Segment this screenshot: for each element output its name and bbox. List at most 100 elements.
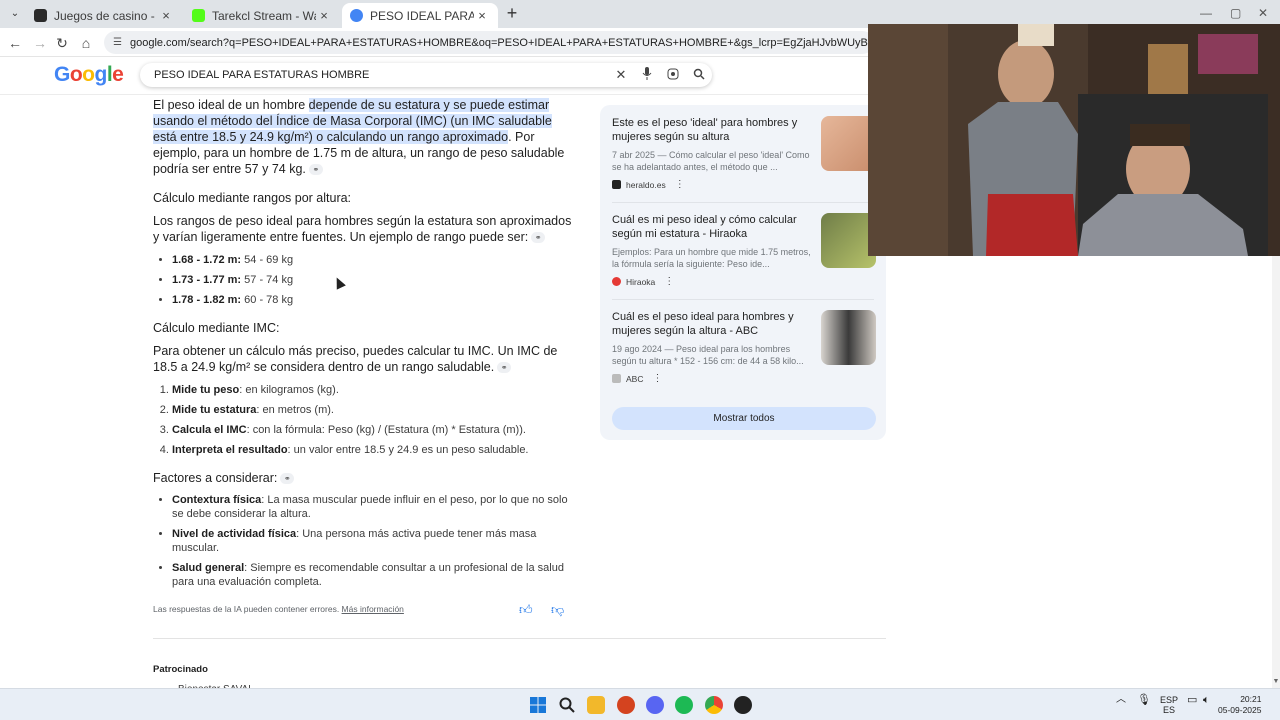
- range-value: 57 - 74 kg: [241, 274, 294, 286]
- sources-panel: Este es el peso 'ideal' para hombres y m…: [600, 105, 886, 440]
- new-tab-icon[interactable]: +: [503, 3, 521, 25]
- reload-icon[interactable]: ↻: [53, 34, 71, 52]
- section-heading-height: Cálculo mediante rangos por altura:: [153, 191, 352, 205]
- browser-tab-casino[interactable]: Juegos de casino - Juegos de c ×: [26, 3, 182, 28]
- google-header: Google PESO IDEAL PARA ESTATURAS HOMBRE …: [0, 57, 868, 95]
- list-item: Calcula el IMC: con la fórmula: Peso (kg…: [172, 423, 578, 437]
- source-card[interactable]: Cuál es el peso ideal para hombres y muj…: [612, 310, 876, 384]
- source-title[interactable]: Cuál es el peso ideal para hombres y muj…: [612, 310, 812, 338]
- mic-tray-icon[interactable]: 🎙︎: [1137, 695, 1151, 706]
- app-icon[interactable]: [617, 696, 635, 714]
- taskbar: ︿ 🎙︎ ESP ES ▭ 🔈︎ 20:21 05-09-2025: [0, 688, 1280, 720]
- obs-icon[interactable]: [734, 696, 752, 714]
- google-logo[interactable]: Google: [54, 63, 124, 87]
- list-item: Nivel de actividad física: Una persona m…: [172, 527, 578, 555]
- factors-heading-text: Factores a considerar:: [153, 471, 278, 485]
- site-name: ABC: [626, 373, 644, 384]
- windows-start-icon[interactable]: [529, 696, 547, 714]
- more-options-icon[interactable]: ⋮: [652, 373, 662, 384]
- clear-icon[interactable]: ✕: [608, 67, 634, 83]
- factor-label: Contextura física: [172, 494, 262, 506]
- close-tab-icon[interactable]: ×: [474, 8, 490, 23]
- language-indicator[interactable]: ESP ES: [1158, 695, 1180, 715]
- thumbs-up-icon[interactable]: 👍︎: [519, 602, 533, 618]
- imc-paragraph: Para obtener un cálculo más preciso, pue…: [153, 343, 578, 375]
- list-item: 1.78 - 1.82 m: 60 - 78 kg: [172, 293, 578, 307]
- clock-time: 20:21: [1240, 694, 1262, 704]
- url-text: google.com/search?q=PESO+IDEAL+PARA+ESTA…: [129, 36, 874, 49]
- scroll-down-icon[interactable]: ▼: [1272, 678, 1280, 685]
- section-heading-imc: Cálculo mediante IMC:: [153, 321, 280, 335]
- back-icon[interactable]: ←: [6, 34, 24, 52]
- show-all-button[interactable]: Mostrar todos: [612, 407, 876, 430]
- microphone-icon[interactable]: [634, 67, 660, 83]
- search-input[interactable]: PESO IDEAL PARA ESTATURAS HOMBRE: [154, 69, 608, 81]
- search-icon[interactable]: [686, 68, 712, 83]
- list-item: 1.68 - 1.72 m: 54 - 69 kg: [172, 253, 578, 267]
- link-icon[interactable]: ⚭: [280, 473, 295, 485]
- casino-favicon-icon: [34, 9, 47, 22]
- forward-icon[interactable]: →: [31, 34, 49, 52]
- source-card[interactable]: Este es el peso 'ideal' para hombres y m…: [612, 116, 876, 190]
- step-text: : un valor entre 18.5 y 24.9 es un peso …: [287, 444, 529, 456]
- file-explorer-icon[interactable]: [587, 696, 605, 714]
- card-separator: [612, 299, 874, 300]
- close-tab-icon[interactable]: ×: [158, 8, 174, 23]
- list-item: Interpreta el resultado: un valor entre …: [172, 443, 578, 457]
- webcam-image: [868, 24, 1280, 256]
- link-icon[interactable]: ⚭: [308, 164, 323, 176]
- google-search-box[interactable]: PESO IDEAL PARA ESTATURAS HOMBRE ✕: [140, 63, 712, 87]
- maximize-icon[interactable]: ▢: [1230, 6, 1241, 20]
- step-label: Mide tu estatura: [172, 404, 257, 416]
- ranges-text: Los rangos de peso ideal para hombres se…: [153, 214, 572, 244]
- more-info-link[interactable]: Más información: [342, 604, 404, 614]
- chrome-icon[interactable]: [705, 696, 723, 714]
- close-window-icon[interactable]: ✕: [1258, 6, 1268, 20]
- lang-top: ESP: [1159, 695, 1178, 705]
- spotify-icon[interactable]: [675, 696, 693, 714]
- list-item: Mide tu peso: en kilogramos (kg).: [172, 383, 578, 397]
- browser-tab-google[interactable]: PESO IDEAL PARA ESTATURAS H ×: [342, 3, 498, 28]
- more-options-icon[interactable]: ⋮: [664, 276, 674, 287]
- link-icon[interactable]: ⚭: [497, 362, 512, 374]
- page-scrollbar[interactable]: [1272, 256, 1280, 688]
- site-info-icon[interactable]: ☰: [113, 37, 122, 48]
- range-label: 1.78 - 1.82 m:: [172, 294, 242, 306]
- lens-icon[interactable]: [660, 68, 686, 83]
- card-separator: [612, 202, 874, 203]
- tray-overflow-icon[interactable]: ︿: [1116, 695, 1126, 705]
- range-label: 1.73 - 1.77 m:: [172, 274, 242, 286]
- sponsored-label: Patrocinado: [153, 664, 208, 675]
- minimize-icon[interactable]: —: [1200, 6, 1212, 20]
- factor-label: Nivel de actividad física: [172, 528, 297, 540]
- source-snippet: 19 ago 2024 — Peso ideal para los hombre…: [612, 344, 804, 366]
- range-value: 60 - 78 kg: [241, 294, 294, 306]
- source-title[interactable]: Cuál es mi peso ideal y cómo calcular se…: [612, 213, 812, 241]
- thumbs-down-icon[interactable]: 👎︎: [551, 602, 564, 618]
- source-card[interactable]: Cuál es mi peso ideal y cómo calcular se…: [612, 213, 876, 287]
- source-thumbnail: [821, 310, 876, 365]
- discord-icon[interactable]: [646, 696, 664, 714]
- factors-list: Contextura física: La masa muscular pued…: [153, 493, 578, 589]
- browser-tab-kick[interactable]: Tarekcl Stream - Watch Live on ×: [184, 3, 340, 28]
- site-name: Hiraoka: [626, 276, 656, 287]
- source-snippet: Ejemplos: Para un hombre que mide 1.75 m…: [612, 247, 811, 269]
- volume-icon[interactable]: 🔈︎: [1203, 695, 1210, 706]
- list-item: Salud general: Siempre es recomendable c…: [172, 561, 578, 589]
- source-title[interactable]: Este es el peso 'ideal' para hombres y m…: [612, 116, 812, 144]
- system-clock[interactable]: 20:21 05-09-2025: [1218, 694, 1261, 716]
- section-heading-factors: Factores a considerar: ⚭: [153, 470, 578, 486]
- tab-search-icon[interactable]: ⌄: [6, 5, 24, 23]
- more-options-icon[interactable]: ⋮: [675, 179, 685, 190]
- close-tab-icon[interactable]: ×: [316, 8, 332, 23]
- lang-bottom: ES: [1162, 705, 1175, 715]
- list-item: Mide tu estatura: en metros (m).: [172, 403, 578, 417]
- address-bar[interactable]: ☰ google.com/search?q=PESO+IDEAL+PARA+ES…: [104, 31, 874, 54]
- intro-text: El peso ideal de un hombre: [153, 98, 309, 112]
- link-icon[interactable]: ⚭: [531, 232, 546, 244]
- network-icon[interactable]: ▭: [1187, 695, 1197, 706]
- home-icon[interactable]: ⌂: [77, 34, 95, 52]
- taskbar-search-icon[interactable]: [558, 696, 576, 714]
- site-favicon-icon: [612, 277, 621, 286]
- disclaimer-text: Las respuestas de la IA pueden contener …: [153, 604, 342, 614]
